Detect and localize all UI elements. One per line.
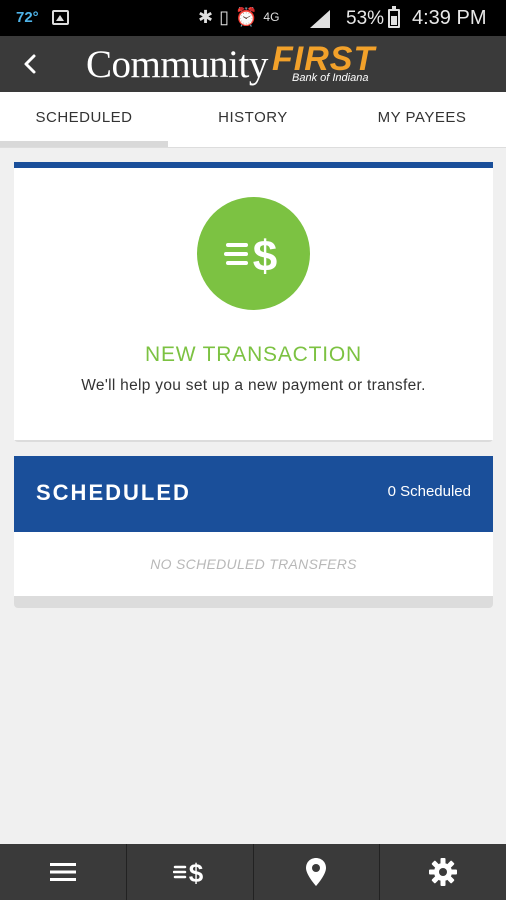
tab-scheduled[interactable]: SCHEDULED xyxy=(0,92,168,148)
signal-icon xyxy=(310,10,330,28)
gear-icon xyxy=(429,858,458,886)
app-header: Community FIRST Bank of Indiana xyxy=(0,36,506,92)
clock-time: 4:39 PM xyxy=(412,7,487,29)
new-transaction-subtitle: We'll help you set up a new payment or t… xyxy=(81,377,426,394)
tab-my-payees[interactable]: MY PAYEES xyxy=(338,92,506,148)
tab-label: SCHEDULED xyxy=(35,109,133,126)
new-transaction-title[interactable]: NEW TRANSACTION xyxy=(14,343,493,367)
empty-state-message: NO SCHEDULED TRANSFERS xyxy=(150,556,357,572)
new-transaction-card[interactable]: $ NEW TRANSACTION We'll help you set up … xyxy=(14,162,493,440)
scheduled-count: 0 Scheduled xyxy=(387,483,471,500)
bluetooth-icon: ✱ xyxy=(198,7,214,27)
location-pin-icon xyxy=(306,858,327,886)
transfer-dollar-icon: $ xyxy=(172,858,203,887)
svg-text:$: $ xyxy=(253,232,277,281)
tab-bar: SCHEDULED HISTORY MY PAYEES xyxy=(0,92,506,148)
scheduled-header: SCHEDULED 0 Scheduled xyxy=(14,456,493,532)
scheduled-card: SCHEDULED 0 Scheduled NO SCHEDULED TRANS… xyxy=(14,456,493,596)
tab-label: HISTORY xyxy=(218,109,288,126)
scheduled-title: SCHEDULED xyxy=(36,480,191,505)
back-chevron-icon xyxy=(24,54,36,74)
status-icons: ✱ ▯ ⏰ 4G xyxy=(198,7,279,28)
new-transaction-button[interactable]: $ xyxy=(197,197,310,310)
tab-history[interactable]: HISTORY xyxy=(169,92,337,148)
vibrate-icon: ▯ xyxy=(219,7,229,27)
nav-menu-button[interactable] xyxy=(0,844,127,900)
svg-text:$: $ xyxy=(188,858,203,887)
nav-settings-button[interactable] xyxy=(380,844,506,900)
nav-transfers-button[interactable]: $ xyxy=(127,844,254,900)
image-icon xyxy=(52,10,69,25)
battery-percent: 53% xyxy=(346,8,385,29)
status-bar: 72° ✱ ▯ ⏰ 4G 53% 4:39 PM xyxy=(0,0,506,36)
logo-subtitle: Bank of Indiana xyxy=(292,72,369,84)
tab-label: MY PAYEES xyxy=(377,109,467,126)
temperature-text: 72° xyxy=(16,9,39,26)
menu-icon xyxy=(49,863,76,881)
battery-icon xyxy=(388,6,400,28)
nav-locations-button[interactable] xyxy=(254,844,381,900)
active-tab-indicator xyxy=(0,141,168,147)
card-shadow xyxy=(14,596,493,608)
transfer-dollar-icon: $ xyxy=(224,232,277,281)
alarm-icon: ⏰ xyxy=(235,7,258,27)
back-button[interactable] xyxy=(14,48,46,80)
logo-community-text: Community xyxy=(86,43,268,86)
bottom-navigation: $ xyxy=(0,844,506,900)
4g-lte-icon: 4G xyxy=(263,10,280,24)
